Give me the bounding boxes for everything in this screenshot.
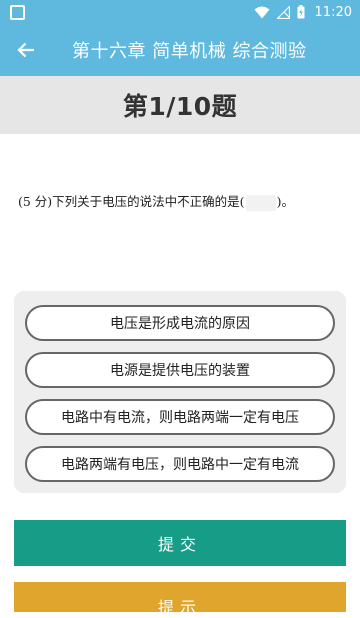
question-number-band: 第1/10题 bbox=[0, 76, 360, 134]
question-text-after: )。 bbox=[276, 194, 294, 209]
battery-icon bbox=[297, 5, 305, 19]
back-button[interactable] bbox=[0, 24, 52, 76]
option-b[interactable]: 电源是提供电压的装置 bbox=[25, 352, 335, 388]
square-icon bbox=[10, 4, 25, 20]
status-bar: 11:20 bbox=[0, 0, 360, 24]
question-number: 第1/10题 bbox=[122, 92, 238, 121]
arrow-back-icon bbox=[17, 42, 34, 58]
options-panel: 电压是形成电流的原因 电源是提供电压的装置 电路中有电流，则电路两端一定有电压 … bbox=[14, 291, 346, 493]
option-d[interactable]: 电路两端有电压，则电路中一定有电流 bbox=[25, 446, 335, 482]
submit-button[interactable]: 提交 bbox=[14, 520, 346, 566]
question-text-before: (5 分)下列关于电压的说法中不正确的是( bbox=[18, 194, 245, 209]
hint-button[interactable]: 提示 bbox=[14, 582, 346, 617]
status-time: 11:20 bbox=[314, 4, 352, 20]
option-c[interactable]: 电路中有电流，则电路两端一定有电压 bbox=[25, 399, 335, 435]
answer-blank bbox=[245, 194, 276, 211]
no-signal-icon bbox=[276, 5, 290, 19]
wifi-icon bbox=[254, 6, 270, 18]
app-bar: 第十六章 简单机械 综合测验 bbox=[0, 24, 360, 76]
question-text: (5 分)下列关于电压的说法中不正确的是( )。 bbox=[18, 191, 348, 211]
option-a[interactable]: 电压是形成电流的原因 bbox=[25, 305, 335, 341]
page-title: 第十六章 简单机械 综合测验 bbox=[72, 41, 307, 62]
